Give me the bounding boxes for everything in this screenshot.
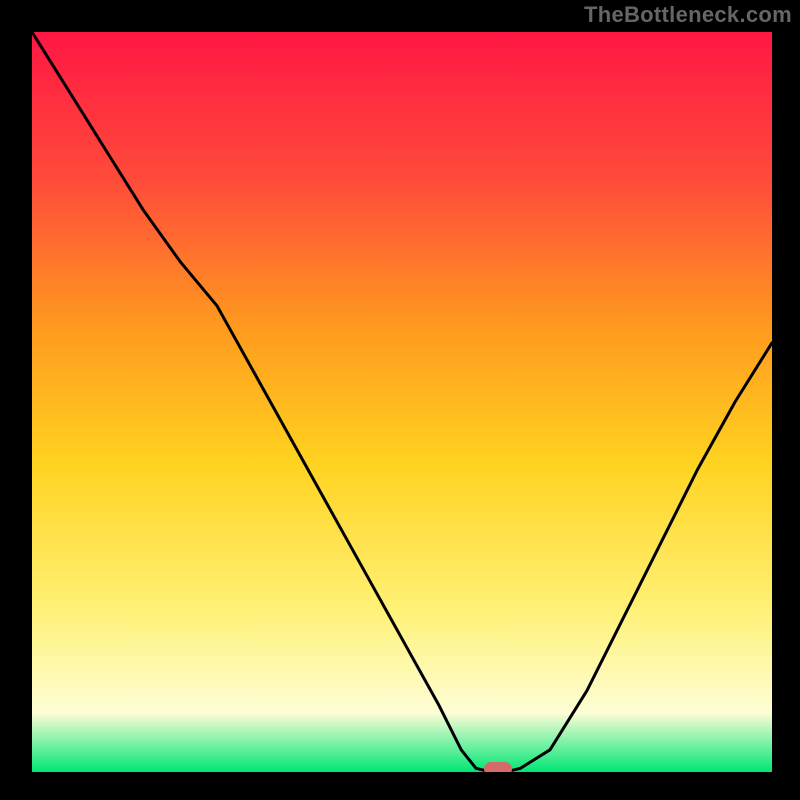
gradient-background — [32, 32, 772, 772]
optimum-marker — [484, 762, 512, 772]
chart-svg — [32, 32, 772, 772]
watermark-text: TheBottleneck.com — [584, 2, 792, 28]
chart-canvas: TheBottleneck.com — [0, 0, 800, 800]
plot-area — [32, 32, 772, 772]
